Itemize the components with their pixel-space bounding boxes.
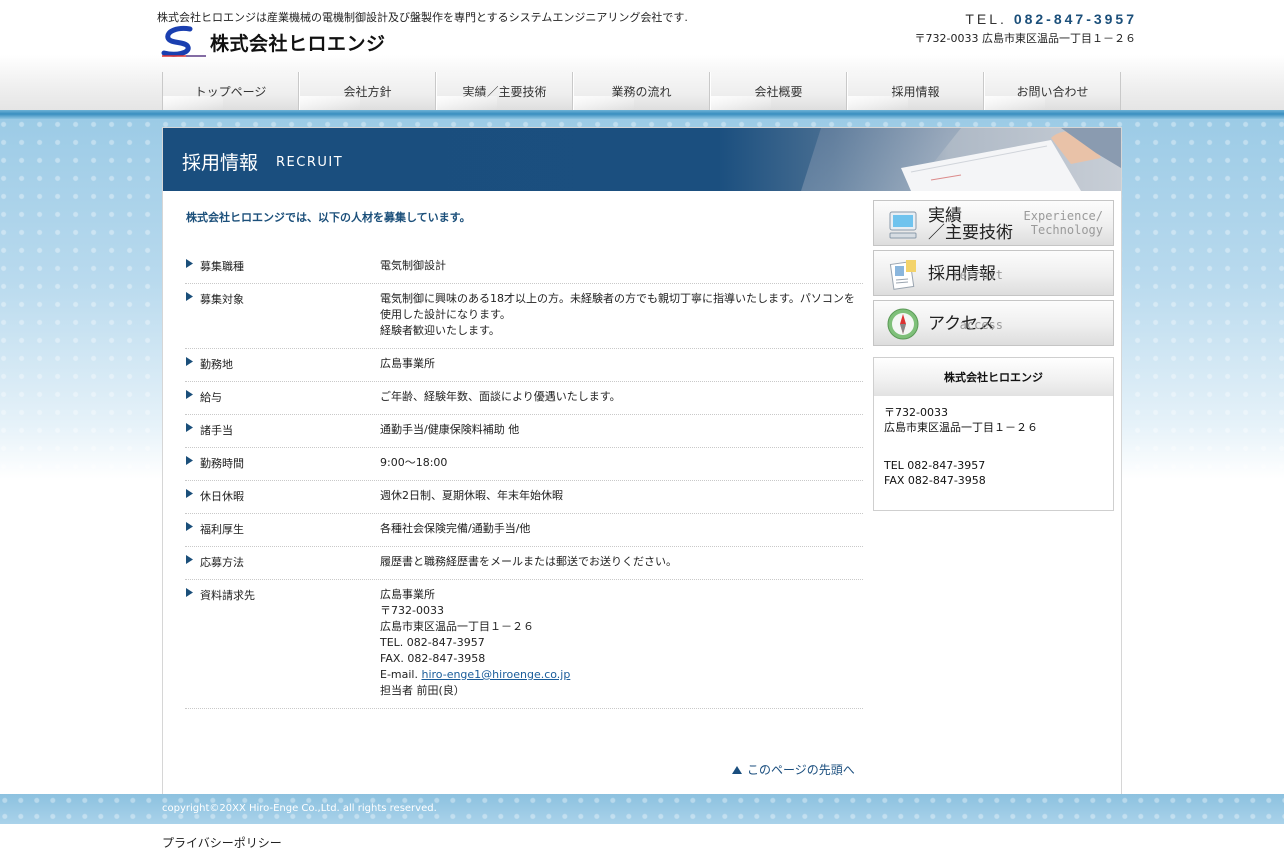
arrow-right-icon	[186, 588, 193, 597]
nav-item-recruit[interactable]: 採用情報	[847, 72, 984, 110]
tel-label: TEL.	[965, 11, 1007, 27]
sidebar-en-label: Experience/	[1023, 209, 1103, 223]
table-row: 資料請求先 広島事業所 〒732-0033 広島市東区温品一丁目１－２６ TEL…	[185, 580, 863, 709]
logo-mark-icon	[161, 26, 206, 57]
recruit-table: 募集職種 電気制御設計 募集対象 電気制御に興味のある18才以上の方。未経験者の…	[185, 251, 863, 709]
contact-person: 担当者 前田(良）	[380, 684, 465, 697]
banner-photo	[801, 128, 1121, 191]
row-label: 募集職種	[200, 260, 244, 273]
arrow-right-icon	[186, 489, 193, 498]
arrow-right-icon	[186, 259, 193, 268]
global-nav: トップページ 会社方針 実績／主要技術 業務の流れ 会社概要 採用情報 お問い合…	[162, 72, 1121, 110]
row-value: 広島事業所	[380, 588, 435, 601]
nav-item-company[interactable]: 会社概要	[710, 72, 847, 110]
row-value: 〒732-0033	[380, 604, 444, 617]
nav-item-top[interactable]: トップページ	[162, 72, 299, 110]
sidebar-button-achievements[interactable]: 実績 ／主要技術 Experience/ Technology	[873, 200, 1114, 246]
nav-item-workflow[interactable]: 業務の流れ	[573, 72, 710, 110]
sidebar-button-access[interactable]: アクセス access	[873, 300, 1114, 346]
sidebar-button-recruit[interactable]: 採用情報 recruit	[873, 250, 1114, 296]
table-row: 募集職種 電気制御設計	[185, 251, 863, 284]
email-link[interactable]: hiro-enge1@hiroenge.co.jp	[421, 668, 570, 681]
header-phone: TEL. 082-847-3957	[965, 11, 1137, 27]
page-banner: 採用情報 RECRUIT	[163, 128, 1121, 191]
back-to-top-label: このページの先頭へ	[747, 763, 855, 777]
row-label: 給与	[200, 391, 222, 404]
nav-item-policy[interactable]: 会社方針	[299, 72, 436, 110]
row-value: 広島市東区温品一丁目１－２６	[380, 620, 534, 633]
row-value: TEL. 082-847-3957	[380, 636, 485, 649]
row-label: 勤務時間	[200, 457, 244, 470]
document-icon	[889, 260, 916, 290]
company-zip: 〒732-0033	[884, 406, 948, 419]
table-row: 諸手当 通勤手当/健康保険料補助 他	[185, 415, 863, 448]
header-divider-stripe	[0, 110, 1284, 119]
table-row: 勤務地 広島事業所	[185, 349, 863, 382]
row-label: 応募方法	[200, 556, 244, 569]
compass-icon	[887, 308, 919, 340]
row-value: 電気制御設計	[380, 259, 446, 272]
email-line: E-mail. hiro-enge1@hiroenge.co.jp	[380, 667, 863, 683]
nav-item-achievements[interactable]: 実績／主要技術	[436, 72, 573, 110]
page-title: 採用情報	[182, 152, 259, 174]
arrow-right-icon	[186, 292, 193, 301]
page-subtitle: RECRUIT	[276, 155, 344, 170]
row-value: FAX. 082-847-3958	[380, 652, 486, 665]
tel-number: 082-847-3957	[1013, 11, 1137, 27]
row-value: 履歴書と職務経歴書をメールまたは郵送でお送りください。	[380, 555, 677, 568]
privacy-policy-link[interactable]: プライバシーポリシー	[162, 834, 282, 851]
table-row: 応募方法 履歴書と職務経歴書をメールまたは郵送でお送りください。	[185, 547, 863, 580]
triangle-up-icon	[732, 765, 742, 774]
company-logo[interactable]: 株式会社ヒロエンジ	[160, 24, 386, 60]
monitor-icon	[889, 211, 917, 239]
nav-item-contact[interactable]: お問い合わせ	[984, 72, 1121, 110]
table-row: 勤務時間 9:00～18:00	[185, 448, 863, 481]
row-value: 9:00～18:00	[380, 456, 448, 469]
row-value: 電気制御に興味のある18才以上の方。未経験者の方でも親切丁寧に指導いたします。パ…	[380, 292, 855, 321]
sidebar-en-label: Technology	[1030, 223, 1103, 237]
row-value: 各種社会保険完備/通勤手当/他	[380, 522, 531, 535]
sidebar-en-label: access	[959, 318, 1003, 332]
logo-text: 株式会社ヒロエンジ	[210, 32, 386, 55]
table-row: 給与 ご年齢、経験年数、面談により優遇いたします。	[185, 382, 863, 415]
row-value: 通勤手当/健康保険料補助 他	[380, 423, 520, 436]
header-address: 〒732-0033 広島市東区温品一丁目１－２６	[914, 32, 1136, 45]
back-to-top-link[interactable]: このページの先頭へ	[731, 761, 855, 778]
recruit-intro: 株式会社ヒロエンジでは、以下の人材を募集しています。	[186, 211, 471, 224]
arrow-right-icon	[186, 555, 193, 564]
copyright-text: copyright©20XX Hiro-Enge Co.,Ltd. all ri…	[162, 803, 437, 814]
row-value: 経験者歓迎いたします。	[380, 324, 500, 337]
table-row: 福利厚生 各種社会保険完備/通勤手当/他	[185, 514, 863, 547]
row-label: 諸手当	[200, 424, 233, 437]
arrow-right-icon	[186, 390, 193, 399]
table-row: 休日休暇 週休2日制、夏期休暇、年末年始休暇	[185, 481, 863, 514]
arrow-right-icon	[186, 423, 193, 432]
table-row: 募集対象 電気制御に興味のある18才以上の方。未経験者の方でも親切丁寧に指導いた…	[185, 284, 863, 349]
company-address: 広島市東区温品一丁目１－２６	[884, 421, 1038, 434]
row-label: 募集対象	[200, 293, 244, 306]
row-label: 休日休暇	[200, 490, 244, 503]
row-label: 福利厚生	[200, 523, 244, 536]
sidebar-en-label: recruit	[952, 268, 1003, 282]
row-value: 広島事業所	[380, 357, 435, 370]
company-fax: FAX 082-847-3958	[884, 474, 986, 487]
arrow-right-icon	[186, 522, 193, 531]
site-tagline: 株式会社ヒロエンジは産業機械の電機制御設計及び盤製作を専門とするシステムエンジニ…	[157, 11, 688, 24]
company-name: 株式会社ヒロエンジ	[874, 358, 1113, 396]
arrow-right-icon	[186, 357, 193, 366]
company-tel: TEL 082-847-3957	[884, 459, 986, 472]
row-value: 週休2日制、夏期休暇、年末年始休暇	[380, 489, 563, 502]
footer: copyright©20XX Hiro-Enge Co.,Ltd. all ri…	[0, 794, 1284, 824]
row-label: 資料請求先	[200, 589, 255, 602]
company-info-box: 株式会社ヒロエンジ 〒732-0033 広島市東区温品一丁目１－２６ TEL 0…	[873, 357, 1114, 511]
row-label: 勤務地	[200, 358, 233, 371]
sidebar-label: ／主要技術	[928, 223, 1013, 243]
main-content: 採用情報 RECRUIT 株式会社ヒロエンジでは、以下の人材を募集しています。 …	[162, 127, 1122, 794]
email-label: E-mail.	[380, 668, 422, 681]
row-value: ご年齢、経験年数、面談により優遇いたします。	[380, 390, 621, 403]
arrow-right-icon	[186, 456, 193, 465]
